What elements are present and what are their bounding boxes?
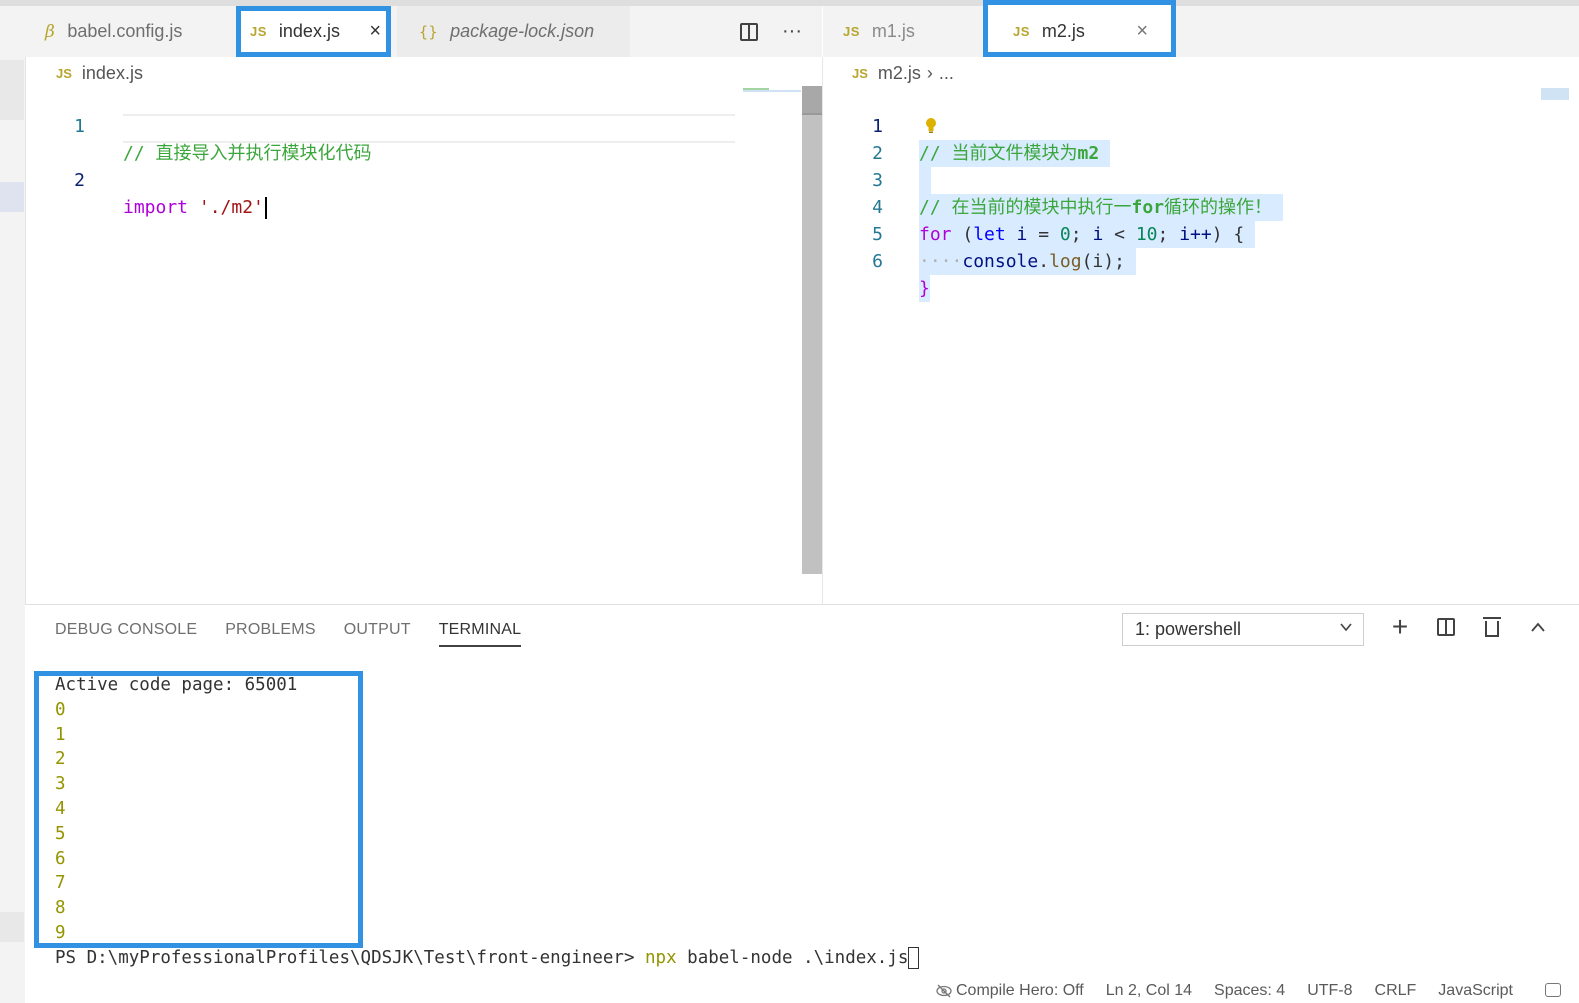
line-number: 6 [872,251,883,272]
scrollbar-thumb[interactable] [802,86,822,115]
prompt-args: babel-node .\index.js [676,947,909,968]
status-encoding[interactable]: UTF-8 [1307,979,1352,1003]
js-icon: JS [1013,24,1030,39]
keyword: import [123,197,189,218]
minimap[interactable] [1541,88,1569,100]
function: log [1049,251,1082,272]
string: './m2' [198,197,264,218]
status-eol[interactable]: CRLF [1375,979,1417,1003]
tab-m1-js[interactable]: JS m1.js [823,6,983,57]
babel-icon: β [45,21,56,42]
code-comment: // 直接导入并执行模块化代码 [123,143,372,164]
panel-actions: + [1389,611,1549,642]
terminal-select[interactable]: 1: powershell [1122,613,1364,646]
tab-debug-console[interactable]: DEBUG CONSOLE [55,617,197,647]
status-spaces[interactable]: Spaces: 4 [1214,979,1285,1003]
code-line: 1 // 直接导入并执行模块化代码 [25,86,802,164]
activity-item[interactable] [0,90,24,120]
code-text: ····console.log(i); [919,248,1136,275]
activity-item[interactable] [0,912,24,942]
tab-label: package-lock.json [450,21,595,41]
breadcrumb-rest[interactable]: ... [939,63,954,84]
code-text: import './m2' [123,194,267,221]
code-line: 5 ····console.log(i); [823,194,1579,275]
status-items: Compile Hero: Off Ln 2, Col 14 Spaces: 4… [936,979,1513,1003]
breadcrumb-right: JS m2.js › ... [852,60,954,86]
status-bar: Compile Hero: Off Ln 2, Col 14 Spaces: 4… [25,979,1579,1003]
js-icon: JS [250,24,267,39]
right-editor[interactable]: 1 // 当前文件模块为m2 2 3 // 在当前的模块中执行一for循环的操作… [823,86,1579,601]
code-line: 1 // 当前文件模块为m2 [823,86,1579,167]
tab-label: index.js [278,21,340,41]
code-line: 4 for (let i = 0; i < 10; i++) { [823,167,1579,248]
breadcrumb-left: JS index.js [56,60,143,86]
feedback-icon[interactable] [1545,983,1561,997]
tab-label: babel.config.js [67,21,183,41]
split-terminal-icon[interactable] [1435,615,1457,639]
activity-item[interactable] [0,60,24,90]
tab-index-js[interactable]: JS index.js × [236,6,391,57]
terminal-output-highlight [34,671,363,948]
code-line: 3 // 在当前的模块中执行一for循环的操作！ [823,140,1579,221]
left-editor[interactable]: 1 // 直接导入并执行模块化代码 2 import './m2' [25,86,802,601]
tab-problems[interactable]: PROBLEMS [225,617,316,647]
minimap-slider[interactable] [743,90,801,92]
chevron-down-icon [1340,623,1352,632]
split-editor-icon[interactable] [740,22,759,41]
left-editor-tabbar: β babel.config.js JS index.js × {} packa… [25,6,822,57]
right-editor-tabbar: JS m1.js JS m2.js × [823,0,1579,57]
prompt-path: PS D:\myProfessionalProfiles\QDSJK\Test\… [55,947,646,968]
code-line: 2 [823,113,1579,194]
panel-tabs: DEBUG CONSOLE PROBLEMS OUTPUT TERMINAL [55,617,522,647]
activity-item-selected[interactable] [0,182,24,212]
text-cursor [264,197,267,219]
new-terminal-icon[interactable]: + [1389,611,1411,642]
eye-off-icon [936,984,952,998]
line-number: 2 [74,170,85,191]
tab-label: m1.js [871,21,915,41]
prompt-command: npx [645,947,677,968]
activity-bar [0,6,26,1003]
terminal-prompt: PS D:\myProfessionalProfiles\QDSJK\Test\… [55,946,920,971]
editor-actions: ··· [740,6,802,57]
more-actions-icon[interactable]: ··· [782,20,802,43]
status-language[interactable]: JavaScript [1438,979,1513,1003]
tab-m2-js[interactable]: JS m2.js × [983,0,1176,57]
tab-babel-config[interactable]: β babel.config.js [25,6,233,57]
punct: (i); [1081,251,1125,272]
close-icon[interactable]: × [365,20,385,43]
code-text: } [919,275,930,302]
punct: . [1038,251,1050,272]
vertical-scrollbar[interactable] [802,86,822,574]
breadcrumb-file[interactable]: m2.js [878,63,921,84]
js-icon: JS [843,24,860,39]
whitespace-indent: ···· [919,251,963,272]
tab-package-lock[interactable]: {} package-lock.json [397,6,630,57]
code-line-current: 2 import './m2' [25,113,802,219]
chevron-right-icon: › [926,62,933,83]
status-compile-hero[interactable]: Compile Hero: Off [936,979,1084,1003]
status-position[interactable]: Ln 2, Col 14 [1106,979,1192,1003]
tab-terminal[interactable]: TERMINAL [438,617,522,647]
close-icon[interactable]: × [1132,20,1152,43]
js-icon: JS [852,65,868,81]
variable: console [962,251,1039,272]
trash-icon[interactable] [1481,615,1503,639]
terminal-select-value: 1: powershell [1135,619,1242,639]
chevron-up-icon[interactable] [1527,615,1549,639]
js-icon: JS [56,65,72,81]
current-line-highlight [123,114,735,143]
terminal-cursor [908,946,920,969]
breadcrumb-file[interactable]: index.js [82,63,143,84]
lightbulb-icon[interactable] [925,117,937,133]
json-icon: {} [419,22,439,41]
tab-output[interactable]: OUTPUT [344,617,411,647]
tab-label: m2.js [1041,21,1085,41]
code-line: 6 } [823,221,1579,302]
